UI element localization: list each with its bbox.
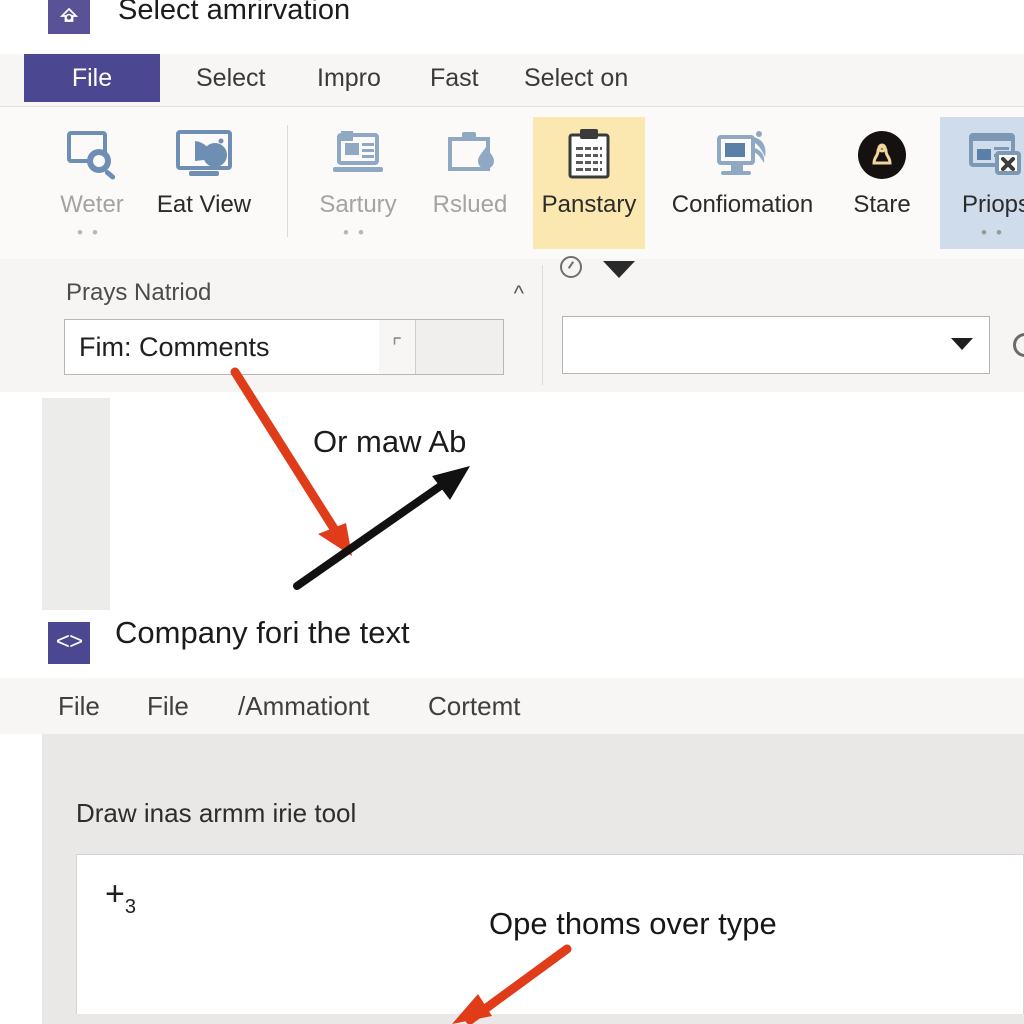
menu-item-file[interactable]: File xyxy=(24,54,160,102)
ribbon-dropdown-weter[interactable]: •• xyxy=(77,224,107,241)
ribbon-dropdown-priops[interactable]: •• xyxy=(981,224,1011,241)
ribbon-label-weter: Weter xyxy=(60,191,124,218)
secondary-document-header: <> Company fori the text xyxy=(0,614,1024,678)
point-marker: +3 xyxy=(105,877,136,917)
lower-panel-left-rail xyxy=(0,734,42,1024)
ribbon-label-sartury: Sartury xyxy=(319,191,397,218)
ribbon-label-panstary: Panstary xyxy=(541,191,637,218)
monitor-stack-icon xyxy=(713,117,773,193)
ribbon-tile-confiomation[interactable]: Confiomation xyxy=(660,117,825,249)
ribbon-dropdown-sartury[interactable]: •• xyxy=(343,224,373,241)
zoom-window-icon xyxy=(63,117,121,193)
lower-panel: Draw inas armm irie tool +3 xyxy=(0,734,1024,1024)
chevron-down-icon[interactable] xyxy=(951,338,973,350)
ribbon-tile-weter[interactable]: Weter •• xyxy=(36,117,148,249)
properties-dropdown[interactable] xyxy=(562,316,990,374)
ribbon-label-eat-view: Eat View xyxy=(156,191,252,218)
menu-item-select[interactable]: Select xyxy=(196,54,265,102)
secondary-tab-bar: File File /Ammationt Cortemt xyxy=(0,678,1024,735)
point-marker-index: 3 xyxy=(124,895,136,918)
ribbon-label-stare: Stare xyxy=(853,191,911,218)
ribbon-tile-panstary[interactable]: Panstary xyxy=(533,117,645,249)
secondary-document-title: Company fori the text xyxy=(115,615,410,650)
tab-cortemt[interactable]: Cortemt xyxy=(428,678,520,734)
app-logo-icon xyxy=(48,0,90,34)
menu-item-select-on[interactable]: Select on xyxy=(524,54,628,102)
properties-section-title: Prays Natriod xyxy=(66,279,212,306)
triangle-down-icon[interactable] xyxy=(603,261,635,278)
comments-field[interactable]: Fim: Comments ⌜ xyxy=(64,319,504,375)
clipboard-list-icon xyxy=(561,117,617,193)
text-cursor-icon: ⌜ xyxy=(379,320,416,374)
canvas-sheet[interactable] xyxy=(110,398,1024,610)
chevron-up-icon[interactable]: ^ xyxy=(514,281,524,307)
properties-group: Prays Natriod ^ Fim: Comments ⌜ xyxy=(42,265,543,385)
ribbon-tile-priops[interactable]: Priops •• xyxy=(940,117,1024,249)
tab-ammationt[interactable]: /Ammationt xyxy=(238,678,370,734)
presentation-chart-icon xyxy=(173,117,235,193)
menu-item-impro[interactable]: Impro xyxy=(317,54,381,102)
application-window: Select amrirvation File Select Impro Fas… xyxy=(0,0,1024,1024)
help-circle-icon[interactable] xyxy=(560,256,582,278)
ribbon-tile-rslued[interactable]: Rslued xyxy=(414,117,526,249)
ribbon-separator xyxy=(287,125,288,237)
tab-file-1[interactable]: File xyxy=(58,678,100,734)
menu-item-fast[interactable]: Fast xyxy=(430,54,479,102)
menu-bar: File Select Impro Fast Select on xyxy=(0,54,1024,107)
ribbon-tile-stare[interactable]: Stare xyxy=(826,117,938,249)
annotation-note-top: Or maw Ab xyxy=(313,424,467,459)
clipboard-drop-icon xyxy=(442,117,498,193)
code-brackets-icon: <> xyxy=(48,622,90,664)
ribbon-tile-eat-view[interactable]: Eat View xyxy=(148,117,260,249)
comments-field-spacer xyxy=(416,320,503,374)
laptop-screen-icon xyxy=(329,117,387,193)
lower-panel-body: Draw inas armm irie tool +3 xyxy=(42,734,1024,1024)
window-title: Select amrirvation xyxy=(118,0,351,26)
comments-field-value[interactable]: Fim: Comments xyxy=(65,320,379,374)
annotation-note-bottom: Ope thoms over type xyxy=(489,906,777,941)
point-marker-symbol: + xyxy=(105,875,125,913)
title-bar: Select amrirvation xyxy=(0,0,1024,48)
ribbon-label-confiomation: Confiomation xyxy=(671,191,814,218)
ribbon-toolbar: Weter •• Eat View Sartury •• Rslued Pans… xyxy=(0,107,1024,260)
black-circle-badge-icon xyxy=(854,117,910,193)
lower-panel-label: Draw inas armm irie tool xyxy=(76,798,357,828)
ribbon-label-rslued: Rslued xyxy=(432,191,508,218)
document-canvas xyxy=(0,392,1024,614)
ribbon-tile-sartury[interactable]: Sartury •• xyxy=(302,117,414,249)
ribbon-label-priops: Priops xyxy=(961,191,1024,218)
tab-file-2[interactable]: File xyxy=(147,678,189,734)
close-window-icon xyxy=(966,117,1024,193)
canvas-left-rail xyxy=(42,398,111,610)
